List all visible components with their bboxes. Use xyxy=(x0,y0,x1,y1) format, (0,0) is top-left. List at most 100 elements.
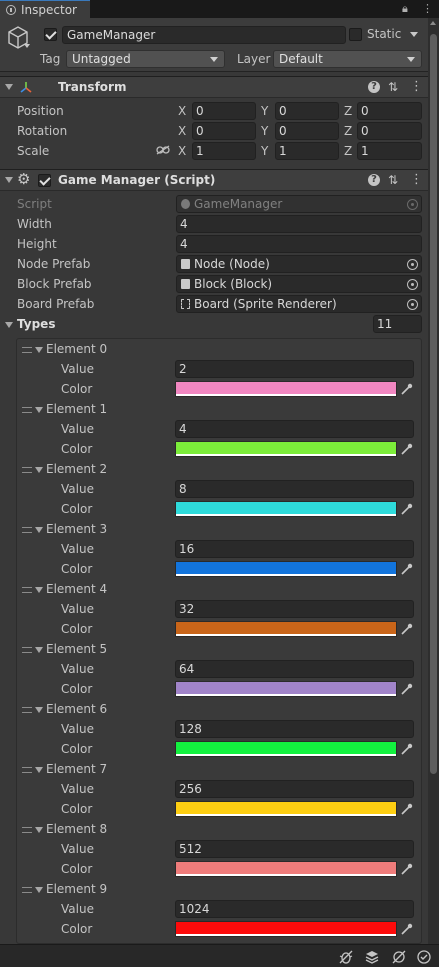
drag-handle-icon[interactable] xyxy=(22,587,32,593)
color-swatch-field[interactable] xyxy=(175,681,397,697)
block-prefab-field[interactable]: Block (Block) xyxy=(176,275,422,293)
element-value-field[interactable]: 2 xyxy=(175,360,414,378)
position-x-field[interactable]: 0 xyxy=(192,102,256,120)
rotation-z-field[interactable]: 0 xyxy=(357,122,422,140)
lock-off-icon[interactable] xyxy=(391,949,407,965)
drag-handle-icon[interactable] xyxy=(22,467,32,473)
tag-dropdown[interactable]: Untagged xyxy=(66,50,225,68)
types-count-field[interactable]: 11 xyxy=(373,315,422,333)
vertical-scrollbar[interactable] xyxy=(428,18,439,944)
element-foldout-arrow-icon[interactable] xyxy=(35,527,43,533)
rotation-y-field[interactable]: 0 xyxy=(275,122,339,140)
color-swatch-field[interactable] xyxy=(175,801,397,817)
element-value-field[interactable]: 1024 xyxy=(175,900,414,918)
axis-z-label[interactable]: Z xyxy=(344,124,352,138)
lock-icon[interactable]: 🔒︎ xyxy=(402,2,408,16)
color-swatch-field[interactable] xyxy=(175,741,397,757)
element-value-field[interactable]: 16 xyxy=(175,540,414,558)
element-foldout-arrow-icon[interactable] xyxy=(35,887,43,893)
checkmark-circle-icon[interactable] xyxy=(416,949,432,965)
node-prefab-field[interactable]: Node (Node) xyxy=(176,255,422,273)
tab-inspector[interactable]: Inspector xyxy=(0,0,90,18)
axis-z-label[interactable]: Z xyxy=(344,144,352,158)
presets-icon[interactable]: ⇅ xyxy=(388,173,398,187)
drag-handle-icon[interactable] xyxy=(22,407,32,413)
layers-icon[interactable] xyxy=(364,949,380,965)
position-y-field[interactable]: 0 xyxy=(275,102,339,120)
presets-icon[interactable]: ⇅ xyxy=(388,80,398,94)
eyedropper-icon[interactable] xyxy=(399,561,414,577)
eyedropper-icon[interactable] xyxy=(399,681,414,697)
game-manager-script-header[interactable]: ⚙ Game Manager (Script) ? ⇅ ⋮ xyxy=(0,169,428,191)
element-value-field[interactable]: 128 xyxy=(175,720,414,738)
element-value-field[interactable]: 4 xyxy=(175,420,414,438)
static-checkbox[interactable] xyxy=(349,28,362,41)
drag-handle-icon[interactable] xyxy=(22,647,32,653)
element-foldout-arrow-icon[interactable] xyxy=(35,347,43,353)
eyedropper-icon[interactable] xyxy=(399,441,414,457)
drag-handle-icon[interactable] xyxy=(22,827,32,833)
scrollbar-thumb[interactable] xyxy=(430,34,437,774)
color-swatch-field[interactable] xyxy=(175,441,397,457)
object-picker-icon[interactable] xyxy=(407,299,418,310)
eyedropper-icon[interactable] xyxy=(399,381,414,397)
kebab-menu-icon[interactable]: ⋮ xyxy=(422,2,433,15)
element-foldout-arrow-icon[interactable] xyxy=(35,767,43,773)
types-foldout-arrow-icon[interactable] xyxy=(5,322,13,328)
constrain-proportions-icon[interactable] xyxy=(156,145,170,155)
axis-z-label[interactable]: Z xyxy=(344,104,352,118)
element-value-field[interactable]: 8 xyxy=(175,480,414,498)
help-icon[interactable]: ? xyxy=(368,81,380,93)
object-picker-icon[interactable] xyxy=(407,259,418,270)
element-value-field[interactable]: 64 xyxy=(175,660,414,678)
element-foldout-arrow-icon[interactable] xyxy=(35,407,43,413)
drag-handle-icon[interactable] xyxy=(22,767,32,773)
color-swatch-field[interactable] xyxy=(175,561,397,577)
element-value-field[interactable]: 256 xyxy=(175,780,414,798)
debug-bug-icon[interactable] xyxy=(338,949,354,965)
element-foldout-arrow-icon[interactable] xyxy=(35,467,43,473)
element-value-field[interactable]: 512 xyxy=(175,840,414,858)
drag-handle-icon[interactable] xyxy=(22,347,32,353)
element-foldout-arrow-icon[interactable] xyxy=(35,647,43,653)
color-swatch-field[interactable] xyxy=(175,621,397,637)
script-enabled-checkbox[interactable] xyxy=(38,174,51,187)
axis-y-label[interactable]: Y xyxy=(261,124,268,138)
static-dropdown-caret[interactable] xyxy=(410,32,418,37)
scale-x-field[interactable]: 1 xyxy=(192,142,256,160)
eyedropper-icon[interactable] xyxy=(399,801,414,817)
eyedropper-icon[interactable] xyxy=(399,741,414,757)
drag-handle-icon[interactable] xyxy=(22,527,32,533)
scroll-up-arrow-icon[interactable] xyxy=(430,21,436,25)
position-z-field[interactable]: 0 xyxy=(357,102,422,120)
rotation-x-field[interactable]: 0 xyxy=(192,122,256,140)
axis-x-label[interactable]: X xyxy=(178,144,186,158)
object-name-field[interactable]: GameManager xyxy=(62,26,346,44)
axis-y-label[interactable]: Y xyxy=(261,144,268,158)
icon-dropdown-caret[interactable] xyxy=(24,44,30,48)
object-picker-icon[interactable] xyxy=(407,279,418,290)
scale-y-field[interactable]: 1 xyxy=(275,142,339,160)
height-field[interactable]: 4 xyxy=(176,235,422,253)
foldout-arrow-icon[interactable] xyxy=(5,177,13,183)
foldout-arrow-icon[interactable] xyxy=(5,84,13,90)
active-checkbox[interactable] xyxy=(44,28,57,41)
eyedropper-icon[interactable] xyxy=(399,621,414,637)
axis-x-label[interactable]: X xyxy=(178,104,186,118)
scale-z-field[interactable]: 1 xyxy=(357,142,422,160)
kebab-menu-icon[interactable]: ⋮ xyxy=(410,172,423,187)
drag-handle-icon[interactable] xyxy=(22,887,32,893)
eyedropper-icon[interactable] xyxy=(399,921,414,937)
help-icon[interactable]: ? xyxy=(368,174,380,186)
transform-header[interactable]: Transform ? ⇅ ⋮ xyxy=(0,76,428,98)
color-swatch-field[interactable] xyxy=(175,921,397,937)
element-foldout-arrow-icon[interactable] xyxy=(35,827,43,833)
element-value-field[interactable]: 32 xyxy=(175,600,414,618)
color-swatch-field[interactable] xyxy=(175,501,397,517)
kebab-menu-icon[interactable]: ⋮ xyxy=(410,79,423,94)
eyedropper-icon[interactable] xyxy=(399,501,414,517)
color-swatch-field[interactable] xyxy=(175,861,397,877)
element-foldout-arrow-icon[interactable] xyxy=(35,707,43,713)
layer-dropdown[interactable]: Default xyxy=(273,50,422,68)
color-swatch-field[interactable] xyxy=(175,381,397,397)
